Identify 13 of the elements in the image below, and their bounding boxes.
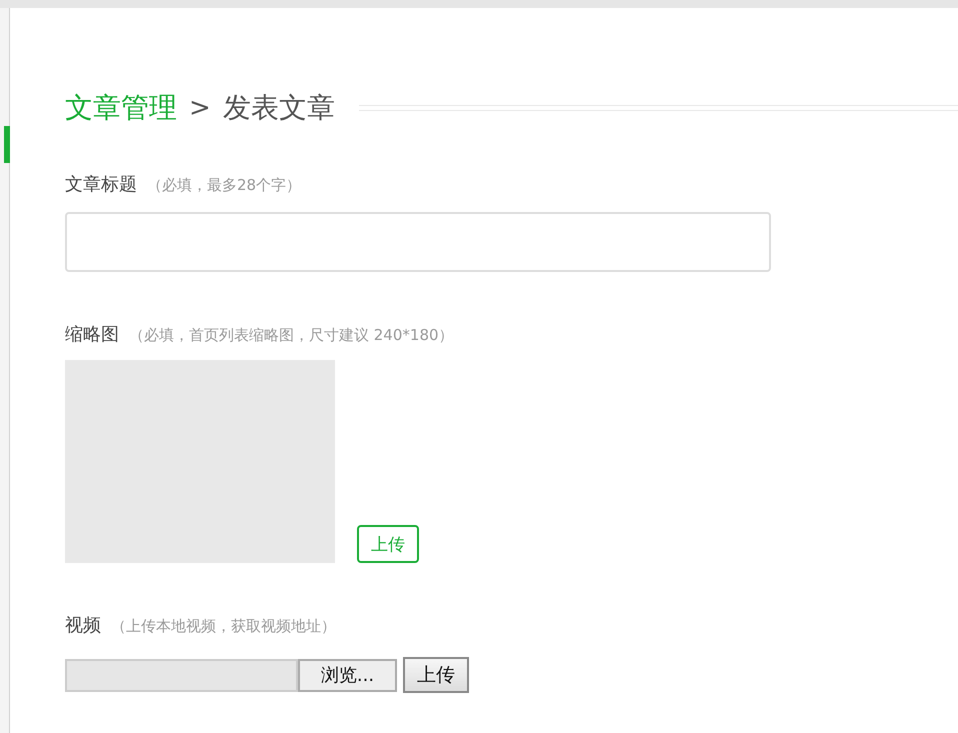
field-label: 视频 [65,614,101,637]
title-input[interactable] [65,212,771,272]
breadcrumb-separator: > [189,93,211,123]
page-title: 发表文章 [222,90,335,126]
field-hint: （上传本地视频，获取视频地址） [111,617,336,636]
field-hint: （必填，首页列表缩略图，尺寸建议 240*180） [129,326,454,345]
active-marker [4,126,10,163]
upload-button[interactable]: 上传 [403,657,469,693]
file-path-field[interactable] [65,658,298,692]
field-hint: （必填，最多28个字） [147,176,302,195]
field-label: 缩略图 [65,323,119,346]
field-label: 文章标题 [65,173,137,196]
browse-button[interactable]: 浏览... [298,658,397,692]
